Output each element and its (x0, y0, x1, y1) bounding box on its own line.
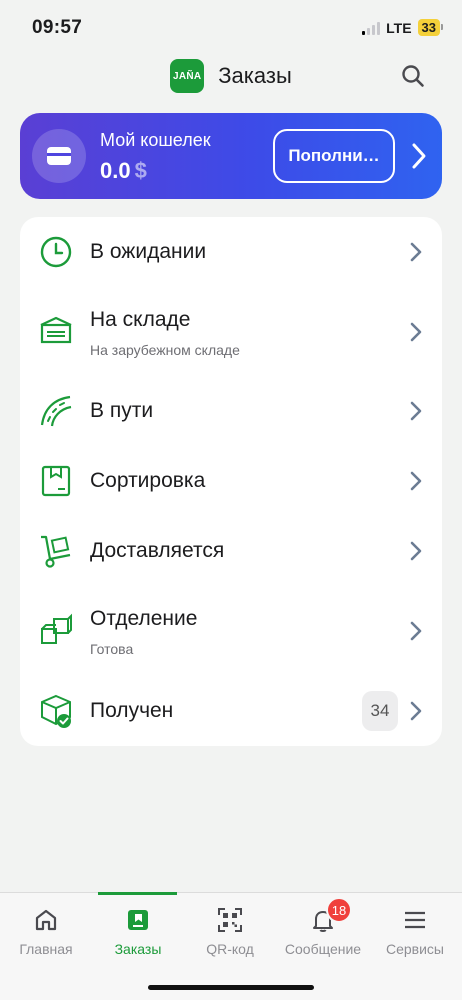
chevron-right-icon (410, 401, 422, 421)
order-status-branch[interactable]: Отделение Готова (20, 591, 442, 671)
tab-messages[interactable]: 18 Сообщение (277, 897, 369, 965)
tab-label: QR-код (206, 941, 254, 957)
signal-icon (362, 21, 381, 35)
tab-label: Главная (19, 941, 73, 957)
clock-icon (40, 236, 72, 268)
order-status-received[interactable]: Получен 34 (20, 676, 442, 746)
chevron-right-icon (410, 322, 422, 342)
wallet-currency: $ (134, 158, 147, 183)
order-status-subtitle: Готова (90, 641, 134, 657)
order-status-label: Сортировка (90, 469, 206, 492)
tab-qr-code[interactable]: QR-код (184, 905, 276, 965)
order-status-label: В ожидании (90, 240, 207, 263)
menu-icon (405, 911, 425, 929)
orders-list: В ожидании На складе На зарубежном склад… (20, 217, 442, 746)
tab-label: Сообщение (284, 941, 362, 957)
warehouse-icon (40, 316, 72, 344)
search-icon[interactable] (400, 63, 426, 89)
order-status-in-warehouse[interactable]: На складе На зарубежном складе (20, 292, 442, 372)
order-status-label: Отделение (90, 607, 198, 630)
chevron-right-icon (410, 471, 422, 491)
tab-services[interactable]: Сервисы (369, 905, 461, 965)
wallet-amount-value: 0.0 (100, 158, 131, 183)
notification-badge: 18 (326, 897, 352, 923)
tab-orders[interactable]: Заказы (92, 905, 184, 965)
tab-label: Заказы (114, 941, 162, 957)
road-icon (40, 395, 72, 427)
chevron-right-icon[interactable] (410, 141, 428, 171)
wallet-card[interactable]: Мой кошелек 0.0 $ Пополни… (20, 113, 442, 199)
order-status-subtitle: На зарубежном складе (90, 342, 240, 358)
order-status-in-transit[interactable]: В пути (20, 376, 442, 446)
chevron-right-icon (410, 621, 422, 641)
box-check-icon (41, 694, 71, 728)
network-type: LTE (386, 19, 412, 36)
status-indicators: LTE 33 (362, 19, 444, 36)
chevron-right-icon (410, 242, 422, 262)
bell-icon-wrapper: 18 (310, 897, 352, 933)
wallet-title: Мой кошелек (100, 130, 211, 150)
qr-code-icon (218, 908, 242, 932)
bottom-tab-bar: Главная Заказы QR-код 18 Сообщение Серви… (0, 892, 462, 1000)
wallet-icon (32, 129, 86, 183)
order-status-sorting[interactable]: Сортировка (20, 446, 442, 516)
status-time: 09:57 (32, 17, 83, 38)
boxes-icon (41, 613, 72, 644)
order-status-label: Доставляется (90, 539, 225, 562)
tab-label: Сервисы (385, 941, 444, 957)
active-tab-indicator (98, 892, 177, 895)
chevron-right-icon (410, 541, 422, 561)
order-status-pending[interactable]: В ожидании (20, 217, 442, 287)
home-icon (35, 909, 57, 931)
orders-icon (128, 910, 148, 930)
tab-home[interactable]: Главная (0, 905, 92, 965)
box-icon (41, 465, 71, 497)
status-bar: 09:57 LTE 33 (0, 0, 462, 56)
wallet-balance: 0.0 $ (100, 158, 147, 184)
order-status-label: Получен (90, 699, 174, 722)
app-logo: JAÑA (170, 59, 205, 93)
app-header: JAÑA Заказы (0, 56, 462, 96)
battery-icon: 33 (417, 19, 444, 36)
order-count-badge: 34 (362, 691, 398, 731)
home-indicator[interactable] (148, 985, 314, 990)
order-status-label: В пути (90, 399, 154, 422)
hand-truck-icon (41, 535, 71, 568)
topup-button[interactable]: Пополни… (273, 129, 395, 183)
order-status-delivering[interactable]: Доставляется (20, 516, 442, 586)
chevron-right-icon (410, 701, 422, 721)
order-status-label: На складе (90, 308, 191, 331)
page-title: Заказы (218, 63, 292, 88)
